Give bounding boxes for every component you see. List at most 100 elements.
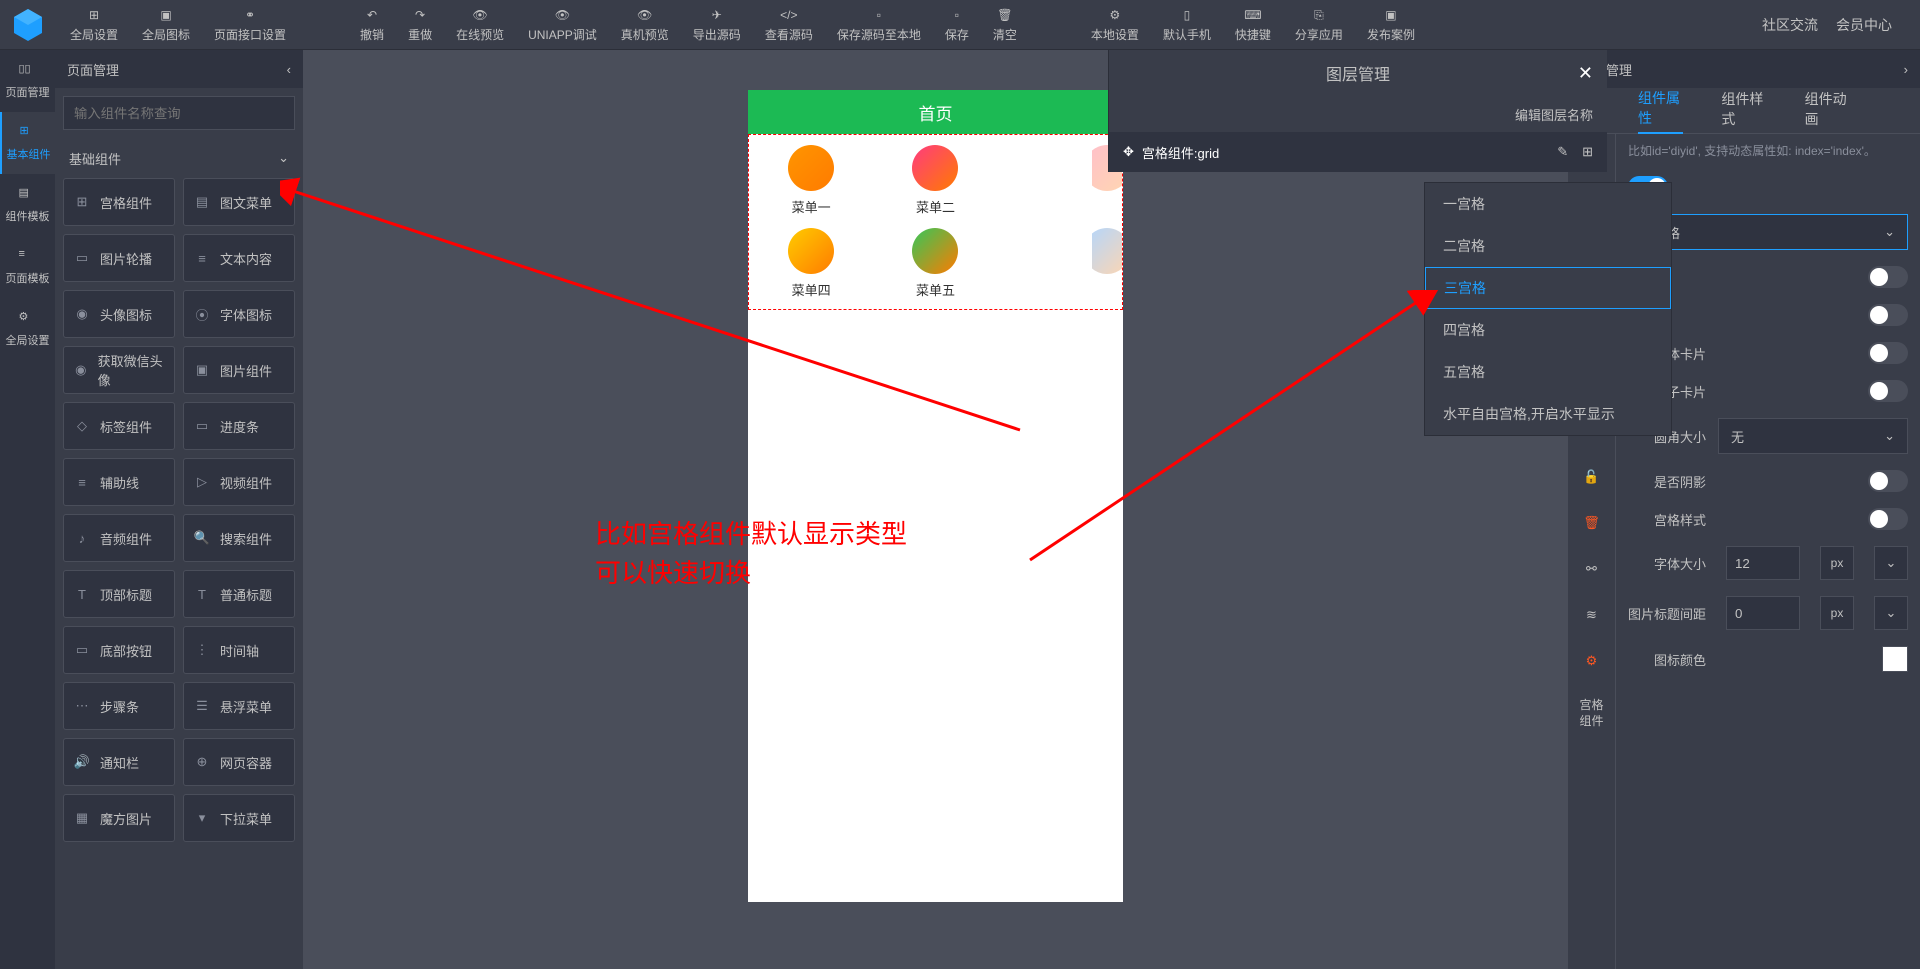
image-icon: ▣ xyxy=(157,6,175,24)
grid-style-switch[interactable] xyxy=(1868,508,1908,530)
dd-option-1[interactable]: 二宫格 xyxy=(1425,225,1671,267)
grid-cell-0[interactable]: 菜单一 xyxy=(749,145,873,216)
tb-export[interactable]: ✈导出源码 xyxy=(681,2,753,47)
comp-通知栏[interactable]: 🔊通知栏 xyxy=(63,738,175,786)
link-member[interactable]: 会员中心 xyxy=(1836,15,1892,35)
accordion-basic[interactable]: 基础组件 ⌄ xyxy=(55,138,303,178)
grid-cell-4[interactable]: 菜单五 xyxy=(873,228,997,299)
comp-视频组件[interactable]: ▷视频组件 xyxy=(183,458,295,506)
comp-步骤条[interactable]: ⋯步骤条 xyxy=(63,682,175,730)
rail-page-template[interactable]: ≡页面模板 xyxy=(0,236,55,298)
rail-comp-template[interactable]: ▤组件模板 xyxy=(0,174,55,236)
comp-辅助线[interactable]: ≡辅助线 xyxy=(63,458,175,506)
dd-option-3[interactable]: 四宫格 xyxy=(1425,309,1671,351)
tb-local-settings[interactable]: ⚙本地设置 xyxy=(1079,2,1151,47)
tb-clear[interactable]: 🗑清空 xyxy=(981,2,1029,47)
tab-styles[interactable]: 组件样式 xyxy=(1721,89,1766,133)
comp-字体图标[interactable]: ⦿字体图标 xyxy=(183,290,295,338)
comp-时间轴[interactable]: ⋮时间轴 xyxy=(183,626,295,674)
rail-page-mgmt[interactable]: ▯▯页面管理 xyxy=(0,50,55,112)
comp-悬浮菜单[interactable]: ☰悬浮菜单 xyxy=(183,682,295,730)
tb-global-settings[interactable]: ⊞全局设置 xyxy=(58,2,130,47)
tb-save-local[interactable]: ▫保存源码至本地 xyxy=(825,2,933,47)
comp-顶部标题[interactable]: T顶部标题 xyxy=(63,570,175,618)
link-community[interactable]: 社区交流 xyxy=(1762,15,1818,35)
font-size-dd[interactable]: ⌄ xyxy=(1874,546,1908,580)
close-icon[interactable]: ✕ xyxy=(1578,63,1593,84)
comp-宫格组件[interactable]: ⊞宫格组件 xyxy=(63,178,175,226)
layers-icon[interactable]: ≋ xyxy=(1583,606,1601,624)
comp-音频组件[interactable]: ♪音频组件 xyxy=(63,514,175,562)
chevron-down-icon: ⌄ xyxy=(1884,224,1895,240)
comp-下拉菜单[interactable]: ▾下拉菜单 xyxy=(183,794,295,842)
component-icon: ⋯ xyxy=(74,698,90,714)
tb-default-phone[interactable]: ▯默认手机 xyxy=(1151,2,1223,47)
comp-搜索组件[interactable]: 🔍搜索组件 xyxy=(183,514,295,562)
dd-option-0[interactable]: 一宫格 xyxy=(1425,183,1671,225)
tb-view-source[interactable]: </>查看源码 xyxy=(753,2,825,47)
layer-row-grid[interactable]: ✥宫格组件:grid ✎⊞ xyxy=(1109,132,1607,172)
tb-publish[interactable]: ▣发布案例 xyxy=(1355,2,1427,47)
comp-底部按钮[interactable]: ▭底部按钮 xyxy=(63,626,175,674)
comp-网页容器[interactable]: ⊕网页容器 xyxy=(183,738,295,786)
comp-普通标题[interactable]: T普通标题 xyxy=(183,570,295,618)
tb-uniapp-debug[interactable]: 👁UNIAPP调试 xyxy=(516,2,609,47)
grid-type-dropdown: 一宫格二宫格三宫格四宫格五宫格水平自由宫格,开启水平显示 xyxy=(1424,182,1672,436)
attr-note: 比如id='diyid', 支持动态属性如: index='index'。 xyxy=(1628,142,1908,160)
tab-attrs[interactable]: 组件属性 xyxy=(1638,88,1683,134)
gear-icon: ⚙ xyxy=(19,310,37,328)
tb-save[interactable]: ▫保存 xyxy=(933,2,981,47)
right-panel-header: 属性管理 › xyxy=(1568,50,1920,88)
tb-global-icons[interactable]: ▣全局图标 xyxy=(130,2,202,47)
dd-option-2[interactable]: 三宫格 xyxy=(1425,267,1671,309)
edit-icon[interactable]: ✎ xyxy=(1557,144,1568,160)
switch-1[interactable] xyxy=(1868,266,1908,288)
radius-select[interactable]: 无⌄ xyxy=(1718,418,1908,454)
font-size-input[interactable] xyxy=(1726,546,1800,580)
grid-cell-1[interactable]: 菜单二 xyxy=(873,145,997,216)
edit-layer-name[interactable]: 编辑图层名称 xyxy=(1109,96,1607,132)
send-icon: ✈ xyxy=(708,6,726,24)
grid-component[interactable]: 菜单一菜单二菜单四菜单五 xyxy=(748,134,1123,310)
rail-basic-comp[interactable]: ⊞基本组件 xyxy=(0,112,55,174)
comp-进度条[interactable]: ▭进度条 xyxy=(183,402,295,450)
img-gap-input[interactable] xyxy=(1726,596,1800,630)
comp-图文菜单[interactable]: ▤图文菜单 xyxy=(183,178,295,226)
tab-anim[interactable]: 组件动画 xyxy=(1805,89,1850,133)
tb-redo[interactable]: ↷重做 xyxy=(396,2,444,47)
grid-cell-3[interactable]: 菜单四 xyxy=(749,228,873,299)
shadow-switch[interactable] xyxy=(1868,470,1908,492)
collapse-left-icon[interactable]: ‹ xyxy=(287,62,291,77)
component-icon: ⊞ xyxy=(74,194,90,210)
tb-undo[interactable]: ↶撤销 xyxy=(348,2,396,47)
lock-icon[interactable]: 🔓 xyxy=(1583,468,1601,486)
tb-share[interactable]: ⎘分享应用 xyxy=(1283,2,1355,47)
comp-获取微信头像[interactable]: ◉获取微信头像 xyxy=(63,346,175,394)
comp-头像图标[interactable]: ◉头像图标 xyxy=(63,290,175,338)
component-search-input[interactable] xyxy=(63,96,295,130)
link-icon[interactable]: ⚯ xyxy=(1583,560,1601,578)
component-icon: ▭ xyxy=(74,250,90,266)
switch-2[interactable] xyxy=(1868,304,1908,326)
title-color-swatch[interactable] xyxy=(1882,646,1908,672)
sub-card-switch[interactable] xyxy=(1868,380,1908,402)
rail-global-settings[interactable]: ⚙全局设置 xyxy=(0,298,55,360)
comp-魔方图片[interactable]: ▦魔方图片 xyxy=(63,794,175,842)
comp-图片轮播[interactable]: ▭图片轮播 xyxy=(63,234,175,282)
dd-option-5[interactable]: 水平自由宫格,开启水平显示 xyxy=(1425,393,1671,435)
dd-option-4[interactable]: 五宫格 xyxy=(1425,351,1671,393)
tb-preview[interactable]: 👁在线预览 xyxy=(444,2,516,47)
options-icon[interactable]: ⊞ xyxy=(1582,144,1593,160)
comp-标签组件[interactable]: ◇标签组件 xyxy=(63,402,175,450)
tb-shortcuts[interactable]: ⌨快捷键 xyxy=(1223,2,1283,47)
delete-icon[interactable]: 🗑 xyxy=(1583,514,1601,532)
tb-device-preview[interactable]: 👁真机预览 xyxy=(609,2,681,47)
comp-文本内容[interactable]: ≡文本内容 xyxy=(183,234,295,282)
comp-图片组件[interactable]: ▣图片组件 xyxy=(183,346,295,394)
expand-right-icon[interactable]: › xyxy=(1904,62,1908,77)
img-gap-dd[interactable]: ⌄ xyxy=(1874,596,1908,630)
settings-icon[interactable]: ⚙ xyxy=(1583,652,1601,670)
grid-cell-5[interactable] xyxy=(1092,228,1122,299)
tb-page-api[interactable]: ⚭页面接口设置 xyxy=(202,2,298,47)
whole-card-switch[interactable] xyxy=(1868,342,1908,364)
